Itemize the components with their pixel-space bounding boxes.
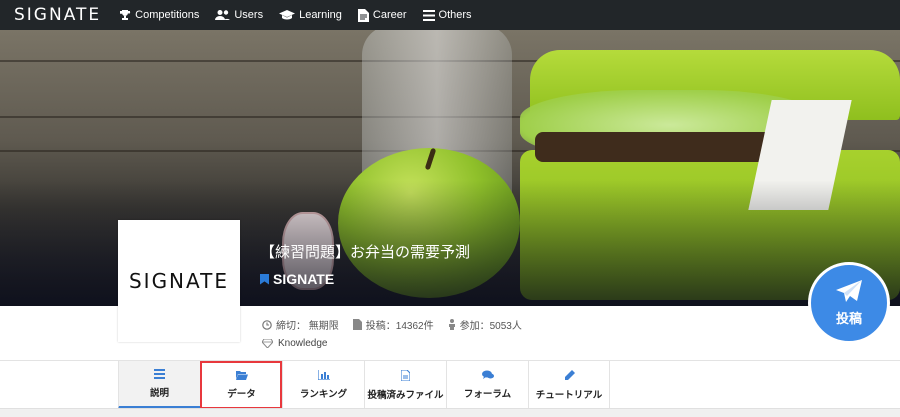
list-icon (154, 368, 165, 379)
tab-ranking[interactable]: ランキング (282, 361, 364, 409)
participants-text: 参加：5053人 (459, 321, 522, 332)
clock-icon (262, 319, 272, 330)
nav-users[interactable]: Users (215, 9, 263, 21)
document-icon (357, 8, 369, 22)
tab-tutorial-label: チュートリアル (535, 389, 603, 401)
post-button-label: 投稿 (835, 311, 862, 326)
competition-thumbnail: SIGNATE (118, 220, 240, 342)
tab-ranking-label: ランキング (299, 389, 348, 400)
tab-description[interactable]: 説明 (118, 361, 200, 409)
tag-text: Knowledge (278, 338, 328, 349)
file-icon (352, 319, 362, 330)
trophy-icon (120, 10, 131, 20)
nav-learning-label: Learning (299, 9, 342, 21)
tab-data-label: データ (227, 388, 256, 400)
tab-submissions[interactable]: 投稿済みファイル (364, 361, 446, 409)
sandwich-image (535, 132, 790, 162)
nav-competitions[interactable]: Competitions (119, 9, 199, 21)
tab-description-label: 説明 (149, 387, 169, 399)
top-navbar: SIGNATE Competitions Users Learning Care… (0, 0, 900, 30)
thumbnail-logo-text: SIGNATE (128, 269, 230, 293)
nav-career-label: Career (372, 9, 407, 21)
file-icon (401, 369, 410, 381)
organizer-name: SIGNATE (273, 271, 335, 287)
menu-icon (422, 9, 435, 21)
deadline-text: 締切： 無期限 (276, 321, 339, 332)
bookmark-icon (260, 273, 269, 285)
person-icon (448, 319, 455, 330)
competition-title: 【練習問題】お弁当の需要予測 (260, 243, 471, 261)
post-submission-button[interactable]: 投稿 (808, 262, 890, 344)
submissions-text: 投稿：14362件 (365, 321, 434, 332)
content-divider (0, 408, 900, 417)
graduation-cap-icon (279, 10, 296, 20)
nav-career[interactable]: Career (357, 8, 407, 22)
users-icon (215, 10, 231, 20)
nav-users-label: Users (234, 9, 264, 21)
submissions-info: 投稿：14362件 (352, 317, 434, 332)
tab-forum[interactable]: フォーラム (446, 361, 528, 409)
nav-competitions-label: Competitions (135, 9, 200, 21)
tab-forum-label: フォーラム (463, 389, 512, 400)
organizer-link[interactable]: SIGNATE (260, 271, 334, 287)
competition-tabs: 説明 データ ランキング 投稿済みファイル フォーラム チュートリアル (0, 360, 900, 409)
tab-submissions-label: 投稿済みファイル (367, 389, 444, 401)
folder-open-icon (235, 370, 248, 380)
nav-learning[interactable]: Learning (279, 9, 342, 21)
nav-others-label: Others (438, 9, 472, 21)
competition-tag: Knowledge (262, 338, 327, 349)
tab-data[interactable]: データ (200, 361, 282, 409)
paper-plane-icon (836, 280, 862, 302)
deadline-info: 締切： 無期限 (262, 317, 339, 332)
comments-icon (481, 370, 494, 379)
signate-logo[interactable]: SIGNATE (14, 5, 101, 25)
pencil-icon (564, 369, 575, 380)
nav-others[interactable]: Others (422, 9, 472, 21)
competition-meta: 締切： 無期限 投稿：14362件 参加：5053人 (262, 317, 536, 332)
diamond-icon (262, 339, 273, 348)
bar-chart-icon (317, 370, 330, 380)
tab-tutorial[interactable]: チュートリアル (528, 361, 610, 409)
participants-info: 参加：5053人 (448, 317, 522, 332)
